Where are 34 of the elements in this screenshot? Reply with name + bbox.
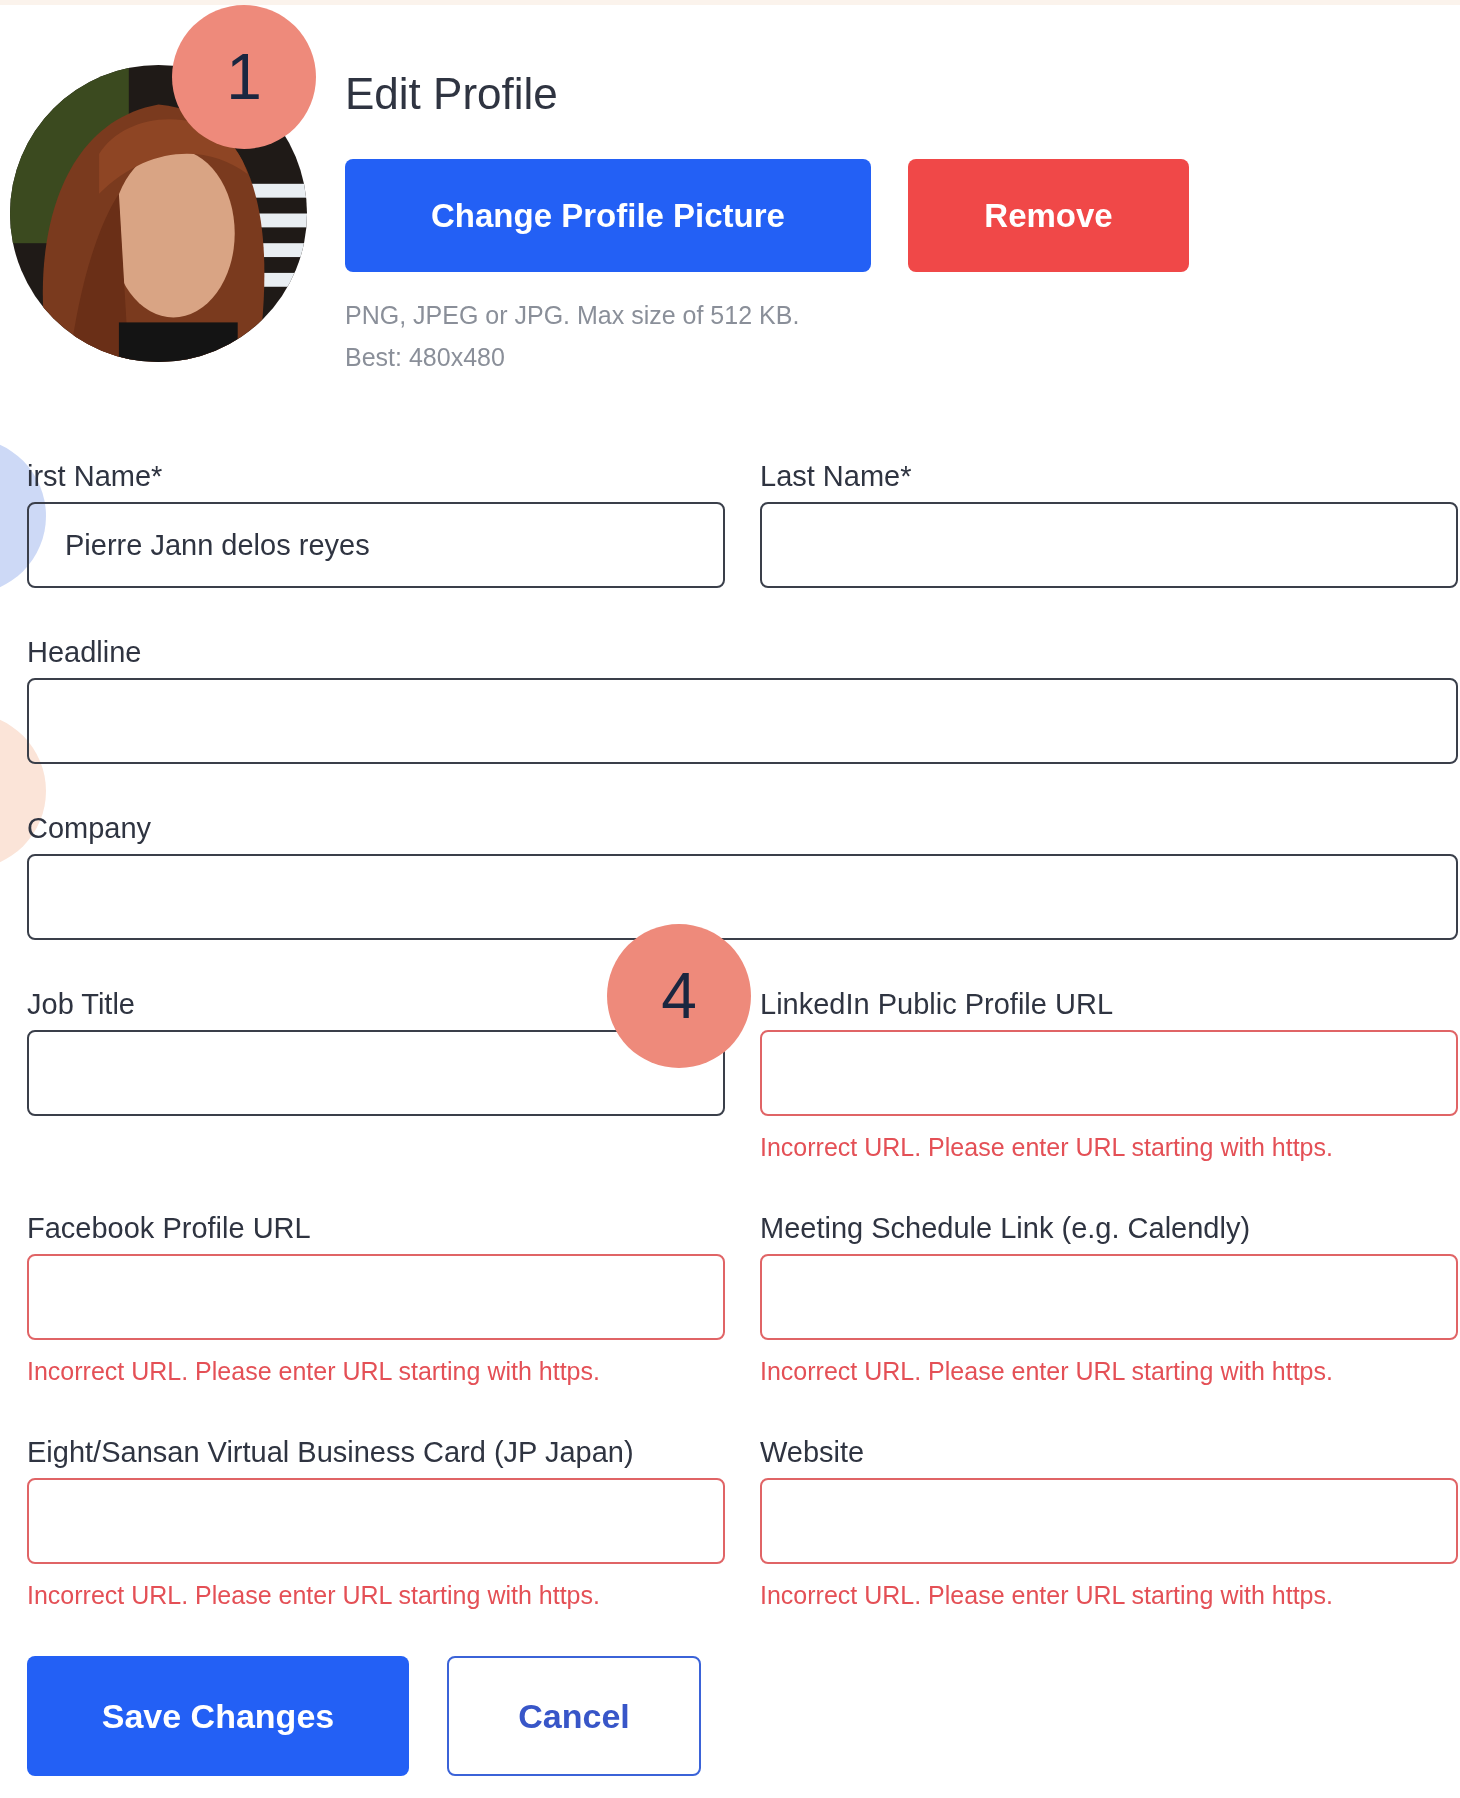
input-field[interactable] xyxy=(760,1254,1458,1340)
field-label: LinkedIn Public Profile URL xyxy=(760,987,1113,1022)
field-label: Last Name* xyxy=(760,459,912,494)
input-field[interactable] xyxy=(27,854,1458,940)
remove-button[interactable]: Remove xyxy=(908,159,1189,272)
error-text: Incorrect URL. Please enter URL starting with https. xyxy=(27,1356,600,1387)
error-text: Incorrect URL. Please enter URL starting with https. xyxy=(27,1580,600,1611)
error-text: Incorrect URL. Please enter URL starting with https. xyxy=(760,1356,1333,1387)
input-field[interactable] xyxy=(27,1478,725,1564)
input-field[interactable] xyxy=(27,1254,725,1340)
field-label: Facebook Profile URL xyxy=(27,1211,311,1246)
input-field[interactable]: Pierre Jann delos reyes xyxy=(27,502,725,588)
input-field[interactable] xyxy=(760,1478,1458,1564)
error-text: Incorrect URL. Please enter URL starting with https. xyxy=(760,1132,1333,1163)
error-text: Incorrect URL. Please enter URL starting with https. xyxy=(760,1580,1333,1611)
input-field[interactable] xyxy=(760,502,1458,588)
field-label: Company xyxy=(27,811,152,846)
page-title: Edit Profile xyxy=(345,69,559,119)
field-label: Eight/Sansan Virtual Business Card (JP Japan) xyxy=(27,1435,634,1470)
save-button[interactable]: Save Changes xyxy=(27,1656,409,1776)
hint-text: PNG, JPEG or JPG. Max size of 512 KB. xyxy=(345,300,801,331)
input-field[interactable] xyxy=(27,1030,725,1116)
input-field[interactable] xyxy=(27,678,1458,764)
field-label: Job Title xyxy=(27,987,135,1022)
cancel-button[interactable]: Cancel xyxy=(447,1656,701,1776)
field-label: Headline xyxy=(27,635,142,670)
field-label: Website xyxy=(760,1435,865,1470)
field-label: Meeting Schedule Link (e.g. Calendly) xyxy=(760,1211,1251,1246)
number-badge: 1 xyxy=(172,5,316,149)
hint-text: Best: 480x480 xyxy=(345,342,506,373)
upload-button[interactable]: Change Profile Picture xyxy=(345,159,871,272)
input-field[interactable] xyxy=(760,1030,1458,1116)
number-badge: 4 xyxy=(607,924,751,1068)
field-label: irst Name* xyxy=(27,459,163,494)
